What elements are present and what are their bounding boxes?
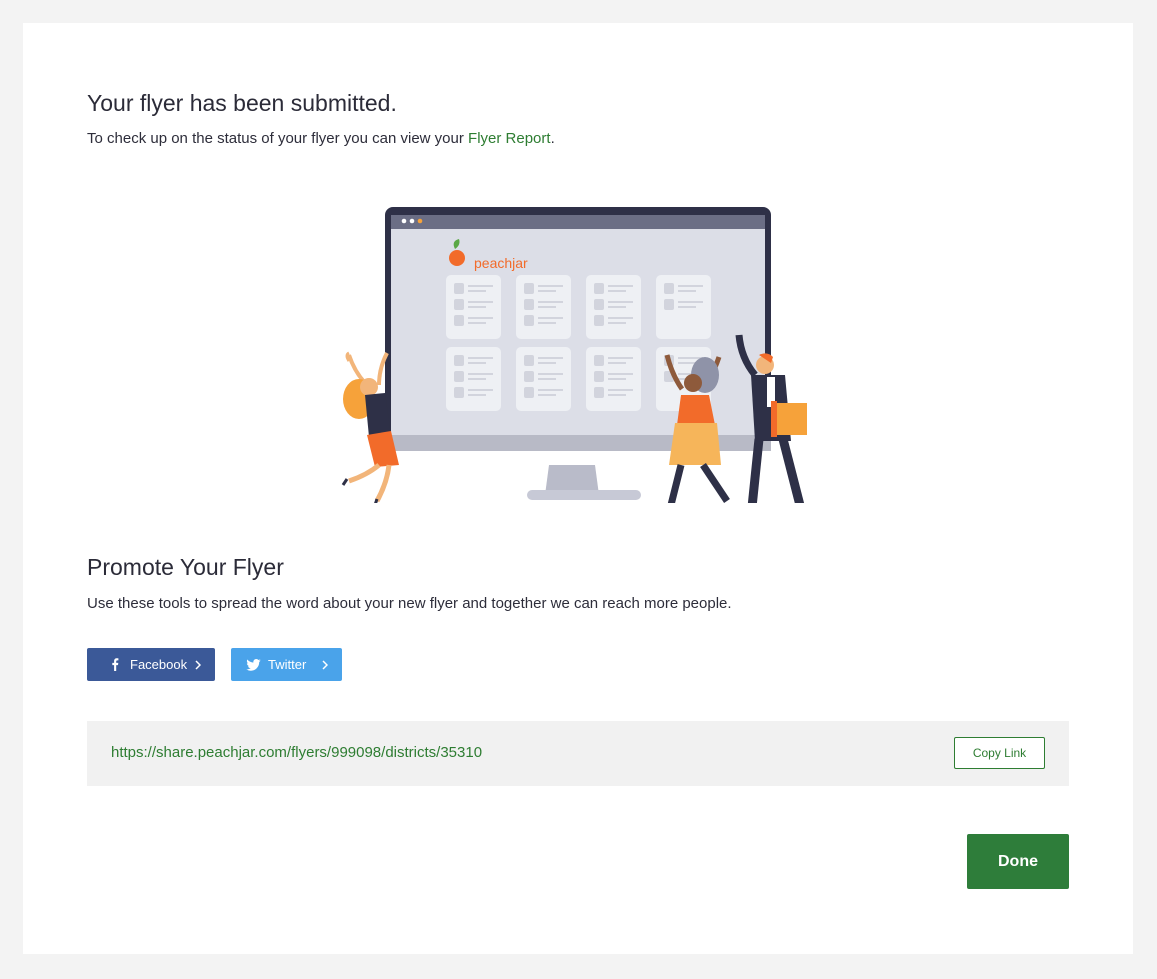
twitter-label: Twitter [268, 657, 307, 672]
status-message-text: To check up on the status of your flyer … [87, 130, 469, 147]
page-title: Your flyer has been submitted. [87, 90, 397, 116]
facebook-share-button[interactable]: Facebook [87, 648, 215, 681]
copy-link-button[interactable]: Copy Link [954, 737, 1045, 769]
promote-section-title: Promote Your Flyer [87, 554, 284, 580]
celebration-illustration: peachjar [327, 203, 817, 519]
status-message: To check up on the status of your flyer … [87, 130, 555, 147]
share-url[interactable]: https://share.peachjar.com/flyers/999098… [111, 744, 482, 761]
facebook-label: Facebook [130, 657, 188, 672]
twitter-share-button[interactable]: Twitter [231, 648, 342, 681]
facebook-icon [107, 658, 123, 671]
status-message-end: . [550, 130, 555, 147]
share-link-box: https://share.peachjar.com/flyers/999098… [87, 721, 1069, 786]
promote-description: Use these tools to spread the word about… [87, 595, 732, 612]
peachjar-logo-text: peachjar [474, 255, 528, 271]
chevron-right-icon [322, 659, 328, 670]
done-button[interactable]: Done [967, 834, 1069, 889]
main-card: Your flyer has been submitted. To check … [23, 23, 1133, 954]
chevron-right-icon [195, 659, 201, 670]
flyer-report-link[interactable]: Flyer Report [468, 130, 551, 147]
monitor-illustration [341, 207, 808, 519]
twitter-icon [245, 658, 261, 671]
